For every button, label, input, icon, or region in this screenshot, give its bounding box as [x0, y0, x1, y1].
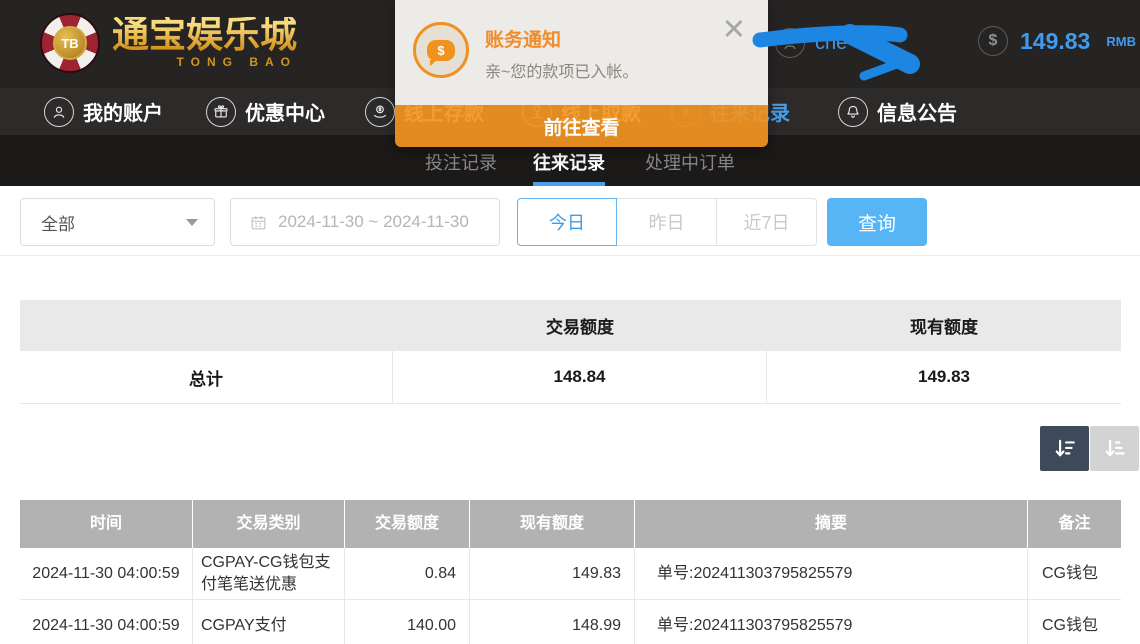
sort-controls [1040, 426, 1139, 471]
cell-amount: 0.84 [345, 548, 470, 599]
summary-header-row: 交易额度 现有额度 [20, 300, 1121, 351]
cell-balance: 148.99 [470, 600, 635, 644]
calendar-icon [249, 213, 268, 232]
notification-message: 亲~您的款项已入帐。 [485, 58, 638, 82]
chip-label: TB [53, 26, 87, 60]
section-divider [0, 255, 1140, 256]
summary-transaction-total: 148.84 [393, 351, 767, 403]
summary-header-empty [20, 300, 393, 351]
summary-balance-total: 149.83 [767, 351, 1121, 403]
type-select[interactable]: 全部 [20, 198, 215, 246]
date-range-value: 2024-11-30 ~ 2024-11-30 [278, 212, 469, 232]
quick-today-button[interactable]: 今日 [517, 198, 617, 246]
sort-descending-button[interactable] [1040, 426, 1089, 471]
nav-item-announcements[interactable]: 信息公告 [838, 95, 957, 128]
search-button[interactable]: 查询 [827, 198, 927, 246]
header-amount: 交易额度 [345, 500, 470, 548]
balance-display: $ 149.83 RMB [978, 26, 1136, 56]
tab-transaction-records[interactable]: 往来记录 [533, 149, 605, 186]
balance-amount: 149.83 [1020, 28, 1090, 55]
brand-logo[interactable]: TB 通宝娱乐城 TONG BAO [40, 13, 297, 73]
user-icon [775, 28, 805, 58]
type-select-value: 全部 [41, 210, 186, 235]
brand-name-en: TONG BAO [112, 55, 297, 69]
transactions-table: 时间 交易类别 交易额度 现有额度 摘要 备注 2024-11-30 04:00… [20, 500, 1121, 644]
cell-summary: 单号:202411303795825579 [635, 548, 1028, 599]
cell-note: CG钱包 [1028, 548, 1121, 599]
brand-name-cn: 通宝娱乐城 [112, 17, 297, 54]
cell-note: CG钱包 [1028, 600, 1121, 644]
notification-popup: $ 账务通知 亲~您的款项已入帐。 ✕ 前往查看 [395, 0, 768, 147]
page: TB 通宝娱乐城 TONG BAO che 90 $ 149.83 RMB [0, 0, 1140, 644]
person-icon [44, 97, 74, 127]
table-row: 2024-11-30 04:00:59 CGPAY-CG钱包支付笔笔送优惠 0.… [20, 548, 1121, 600]
header-note: 备注 [1028, 500, 1121, 548]
deposit-icon [365, 97, 395, 127]
tab-processing-orders[interactable]: 处理中订单 [645, 149, 735, 182]
tab-betting-records[interactable]: 投注记录 [425, 149, 497, 182]
cell-time: 2024-11-30 04:00:59 [20, 600, 193, 644]
cell-type: CGPAY支付 [193, 600, 345, 644]
sort-asc-icon [1103, 437, 1127, 461]
username-prefix: che [815, 32, 847, 55]
notification-view-button[interactable]: 前往查看 [395, 105, 768, 147]
quick-date-group: 今日 昨日 近7日 [517, 198, 817, 246]
user-account-button[interactable]: che 90 [775, 28, 880, 58]
summary-header-balance: 现有额度 [767, 300, 1121, 351]
notification-title: 账务通知 [485, 25, 561, 52]
quick-7days-button[interactable]: 近7日 [717, 198, 817, 246]
table-row: 2024-11-30 04:00:59 CGPAY支付 140.00 148.9… [20, 600, 1121, 644]
poker-chip-icon: TB [40, 13, 100, 73]
notification-body: $ 账务通知 亲~您的款项已入帐。 ✕ [395, 0, 768, 105]
header-time: 时间 [20, 500, 193, 548]
table-header-row: 时间 交易类别 交易额度 现有额度 摘要 备注 [20, 500, 1121, 548]
cell-type: CGPAY-CG钱包支付笔笔送优惠 [193, 548, 345, 599]
chevron-down-icon [186, 219, 198, 226]
summary-total-row: 总计 148.84 149.83 [20, 351, 1121, 404]
nav-item-promotions[interactable]: 优惠中心 [206, 95, 325, 128]
summary-header-transaction: 交易额度 [393, 300, 767, 351]
cell-amount: 140.00 [345, 600, 470, 644]
money-message-icon: $ [413, 22, 469, 78]
date-range-input[interactable]: 2024-11-30 ~ 2024-11-30 [230, 198, 500, 246]
balance-currency: RMB [1106, 34, 1136, 49]
close-icon[interactable]: ✕ [722, 16, 746, 45]
dollar-icon: $ [978, 26, 1008, 56]
cell-time: 2024-11-30 04:00:59 [20, 548, 193, 599]
quick-yesterday-button[interactable]: 昨日 [617, 198, 717, 246]
gift-icon [206, 97, 236, 127]
header-balance: 现有额度 [470, 500, 635, 548]
sort-ascending-button[interactable] [1090, 426, 1139, 471]
brand-text: 通宝娱乐城 TONG BAO [112, 17, 297, 69]
summary-table: 交易额度 现有额度 总计 148.84 149.83 [20, 300, 1121, 404]
filter-bar: 全部 2024-11-30 ~ 2024-11-30 今日 昨日 近7日 查询 [20, 198, 1121, 246]
cell-summary: 单号:202411303795825579 [635, 600, 1028, 644]
header-type: 交易类别 [193, 500, 345, 548]
cell-balance: 149.83 [470, 548, 635, 599]
username-suffix: 90 [857, 32, 879, 55]
header-summary: 摘要 [635, 500, 1028, 548]
nav-item-my-account[interactable]: 我的账户 [44, 95, 163, 128]
bell-icon [838, 97, 868, 127]
sort-desc-icon [1053, 437, 1077, 461]
summary-total-label: 总计 [20, 351, 393, 403]
